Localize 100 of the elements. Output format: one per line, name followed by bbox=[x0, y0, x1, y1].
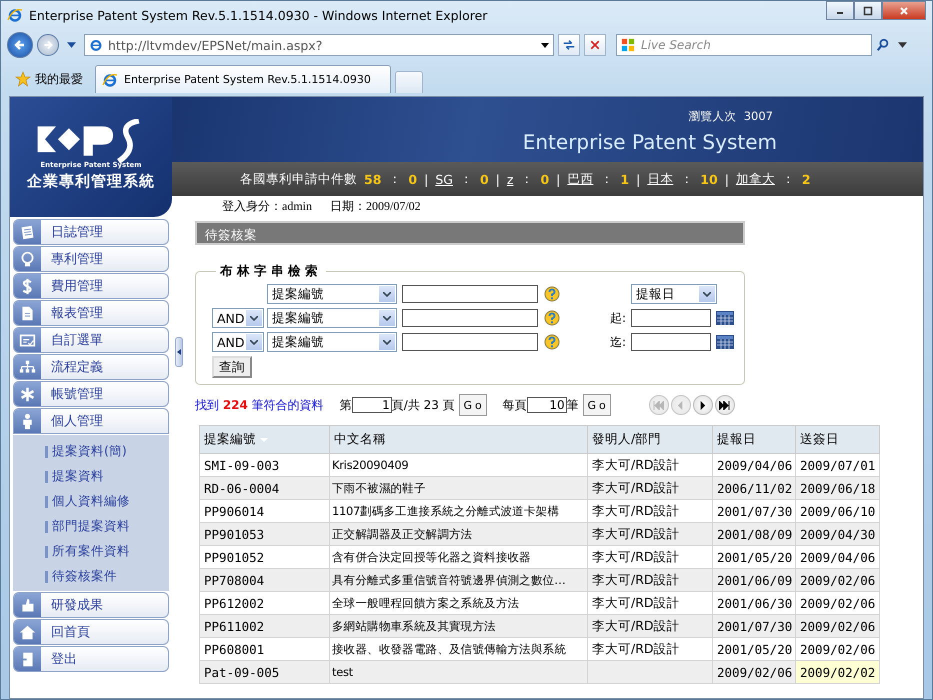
sidebar-item[interactable]: 費用管理 bbox=[13, 273, 169, 299]
first-arrow-icon bbox=[653, 400, 664, 410]
table-cell: 2001/07/30 bbox=[717, 504, 792, 518]
browser-tab[interactable]: Enterprise Patent System Rev.5.1.1514.0930 bbox=[95, 65, 391, 93]
minimize-button[interactable] bbox=[826, 1, 854, 20]
sidebar-item[interactable]: 研發成果 bbox=[13, 592, 169, 618]
back-button[interactable] bbox=[7, 32, 33, 58]
table-cell: 2009/04/06 bbox=[717, 458, 792, 472]
operator-select[interactable]: AND bbox=[212, 308, 264, 328]
per-page-unit: 筆 bbox=[566, 396, 579, 414]
dropdown-icon[interactable] bbox=[898, 42, 907, 48]
stats-colon: ： bbox=[520, 170, 534, 188]
help-icon[interactable] bbox=[544, 286, 560, 302]
table-cell: PP608001 bbox=[204, 642, 264, 656]
sidebar-item[interactable]: 專利管理 bbox=[13, 246, 169, 272]
table-cell: 全球一般哩程回饋方案之系統及方法 bbox=[332, 596, 520, 610]
sidebar-item[interactable]: 流程定義 bbox=[13, 354, 169, 380]
table-cell: 2001/06/30 bbox=[717, 596, 792, 610]
date-input[interactable] bbox=[631, 309, 711, 327]
per-page-label: 每頁 bbox=[502, 396, 527, 414]
column-header[interactable]: 提報日 bbox=[712, 426, 796, 454]
submenu-item[interactable]: 待簽核案件 bbox=[13, 564, 169, 589]
page-input[interactable]: 1 bbox=[352, 397, 392, 413]
flag-logo-icon bbox=[621, 38, 635, 52]
field-select[interactable]: 提案編號 bbox=[267, 284, 397, 304]
submenu-item[interactable]: 個人資料編修 bbox=[13, 489, 169, 514]
collapse-handle[interactable] bbox=[175, 337, 183, 367]
sidebar-item[interactable]: 回首頁 bbox=[13, 619, 169, 645]
last-page-button[interactable] bbox=[714, 395, 735, 415]
sidebar-item[interactable]: 日誌管理 bbox=[13, 219, 169, 245]
window-title: Enterprise Patent System Rev.5.1.1514.0930 - Windows Internet Explorer bbox=[29, 8, 488, 22]
help-icon[interactable] bbox=[544, 310, 560, 326]
search-input[interactable] bbox=[402, 285, 538, 303]
address-field[interactable]: http://ltvmdev/EPSNet/main.aspx? bbox=[84, 34, 554, 56]
table-cell: 具有分離式多重信號音符號邊界偵測之數位… bbox=[332, 572, 566, 586]
table-cell: 2009/07/01 bbox=[800, 458, 876, 472]
country-link[interactable]: SG bbox=[435, 172, 453, 186]
stats-colon: ： bbox=[680, 170, 694, 188]
field-select[interactable]: 提案編號 bbox=[267, 308, 397, 328]
help-icon[interactable] bbox=[544, 334, 560, 350]
table-cell: 下雨不被濕的鞋子 bbox=[332, 480, 426, 494]
query-button[interactable]: 查詢 bbox=[212, 356, 252, 378]
next-page-button[interactable] bbox=[692, 395, 713, 415]
form-icon bbox=[19, 332, 36, 348]
field-select[interactable]: 提案編號 bbox=[267, 332, 397, 352]
calendar-icon[interactable] bbox=[716, 335, 734, 349]
table-cell: 1107劃碼多工進接系統之分離式波道卡架構 bbox=[332, 504, 559, 518]
submenu-item[interactable]: 提案資料(簡) bbox=[13, 439, 169, 464]
refresh-icon bbox=[562, 38, 576, 52]
close-button[interactable] bbox=[882, 1, 926, 20]
country-link[interactable]: 巴西 bbox=[567, 170, 594, 188]
result-count: 找到 224 筆符合的資料 bbox=[195, 396, 324, 414]
dropdown-icon[interactable] bbox=[67, 42, 76, 48]
country-link[interactable]: z bbox=[506, 172, 514, 186]
stats-colon: ： bbox=[388, 170, 402, 188]
bulb-icon bbox=[19, 250, 36, 268]
country-link[interactable]: 加拿大 bbox=[736, 170, 775, 188]
search-field[interactable]: Live Search bbox=[616, 34, 872, 56]
sidebar-item[interactable]: 登出 bbox=[13, 646, 169, 672]
close-icon bbox=[899, 6, 909, 16]
table-cell: 2001/08/09 bbox=[717, 526, 792, 542]
search-icon[interactable] bbox=[876, 38, 890, 52]
maximize-button[interactable] bbox=[854, 1, 882, 20]
operator-select[interactable]: AND bbox=[212, 332, 264, 352]
star-icon bbox=[15, 71, 31, 87]
go-button[interactable]: Go bbox=[458, 394, 487, 416]
date-input[interactable] bbox=[631, 333, 711, 351]
calendar-icon[interactable] bbox=[716, 311, 734, 325]
flow-icon bbox=[19, 358, 36, 376]
favorites-button[interactable]: 我的最愛 bbox=[7, 65, 91, 93]
date-field-select[interactable]: 提報日 bbox=[631, 284, 717, 304]
sidebar-item[interactable]: 自訂選單 bbox=[13, 327, 169, 353]
sidebar-item[interactable]: 報表管理 bbox=[13, 300, 169, 326]
browser-logo-icon bbox=[102, 72, 118, 88]
forward-button[interactable] bbox=[37, 34, 59, 56]
column-header[interactable]: 中文名稱 bbox=[330, 426, 588, 454]
stop-button[interactable] bbox=[584, 34, 606, 56]
per-page-input[interactable]: 10 bbox=[526, 397, 567, 413]
table-cell: 2009/02/06 bbox=[717, 664, 792, 680]
column-header[interactable]: 發明人/部門 bbox=[588, 426, 712, 454]
country-link[interactable]: 日本 bbox=[647, 170, 674, 188]
search-input[interactable] bbox=[402, 333, 538, 351]
table-cell: 2009/04/06 bbox=[800, 550, 876, 564]
table-cell: 李大可/RD設計 bbox=[592, 480, 680, 494]
table-cell: 李大可/RD設計 bbox=[592, 572, 680, 586]
table-cell: 李大可/RD設計 bbox=[592, 526, 680, 540]
column-header[interactable]: 送簽日 bbox=[796, 426, 880, 454]
search-input[interactable] bbox=[402, 309, 538, 327]
refresh-button[interactable] bbox=[558, 34, 580, 56]
sidebar-item[interactable]: 帳號管理 bbox=[13, 381, 169, 407]
sidebar-item[interactable]: 個人管理 bbox=[13, 408, 169, 434]
dropdown-icon bbox=[541, 42, 549, 48]
column-header[interactable]: 提案編號 bbox=[200, 426, 330, 454]
table-cell: 2001/05/20 bbox=[717, 642, 792, 656]
go-button[interactable]: Go bbox=[582, 394, 611, 416]
login-info: 登入身分：admin bbox=[222, 198, 312, 215]
submenu-item[interactable]: 提案資料 bbox=[13, 464, 169, 489]
submenu-item[interactable]: 部門提案資料 bbox=[13, 514, 169, 539]
table-cell: 李大可/RD設計 bbox=[592, 594, 680, 610]
submenu-item[interactable]: 所有案件資料 bbox=[13, 539, 169, 564]
